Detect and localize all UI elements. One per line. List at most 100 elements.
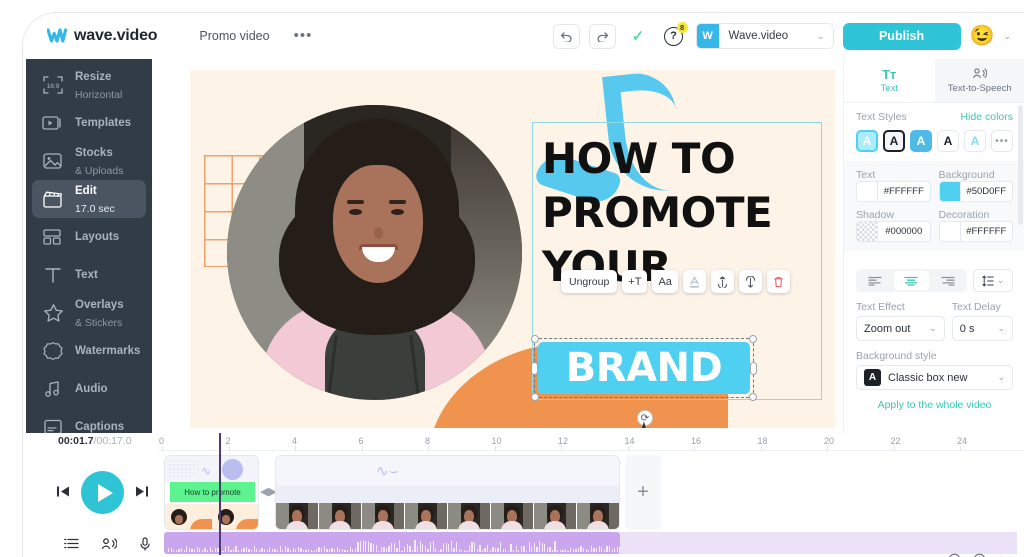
effect-fields: Text Effect Text Delay Zoom out ⌄ 0 s ⌄ <box>856 301 1013 341</box>
resize-handle-tr[interactable] <box>749 335 757 343</box>
text-style-option-3[interactable]: A <box>910 130 932 152</box>
background-color-field[interactable]: #50D0FF <box>938 181 1013 202</box>
shadow-color-field[interactable]: #000000 <box>856 221 931 242</box>
workspace-name: Wave.video <box>728 30 789 42</box>
sidebar-item-resize[interactable]: 16:9 Resize Horizontal <box>32 66 146 104</box>
alignment-group <box>856 269 967 292</box>
shadow-color-swatch[interactable] <box>857 222 878 241</box>
sidebar-item-layouts[interactable]: Layouts <box>32 218 146 256</box>
animation-icon[interactable] <box>738 270 762 293</box>
sidebar-item-label: Text <box>75 269 98 281</box>
timeline-clip-intro[interactable]: ∿ How to promote <box>164 455 259 530</box>
undo-button[interactable] <box>552 23 580 49</box>
element-toolbar: Ungroup +T Aa <box>561 270 790 293</box>
microphone-icon[interactable] <box>139 537 151 554</box>
sidebar-item-stocks[interactable]: Stocks & Uploads <box>32 142 146 180</box>
audio-track-empty[interactable] <box>620 532 1017 554</box>
fit-icon[interactable] <box>998 553 1013 557</box>
add-clip-button[interactable]: + <box>625 455 661 530</box>
ruler-tick: 0 <box>159 436 165 446</box>
sidebar-item-text[interactable]: Text <box>32 256 146 294</box>
ruler-tick: 18 <box>757 436 768 446</box>
decoration-color-value: #FFFFFF <box>966 226 1007 237</box>
ruler-tick: 2 <box>225 436 231 446</box>
align-right-icon[interactable] <box>931 271 965 290</box>
project-menu-button[interactable]: ••• <box>294 28 313 43</box>
sidebar-item-label: Captions <box>75 421 125 433</box>
templates-icon <box>41 112 65 134</box>
resize-handle-br[interactable] <box>749 393 757 401</box>
anchor-icon[interactable] <box>710 270 734 293</box>
project-name[interactable]: Promo video <box>199 29 269 43</box>
font-button[interactable]: Aa <box>652 270 678 293</box>
colors-section: Text #FFFFFF Background #50D0FF Shadow #… <box>844 161 1024 251</box>
publish-button[interactable]: Publish <box>842 22 961 50</box>
add-text-button[interactable]: +T <box>622 270 648 293</box>
background-color-swatch[interactable] <box>939 182 961 201</box>
sidebar-item-label: Audio <box>75 383 108 395</box>
right-panel-scrollbar[interactable] <box>1018 105 1023 225</box>
ruler-tick-mark <box>295 446 296 451</box>
help-button[interactable]: ? 8 <box>661 22 688 48</box>
text-style-option-1[interactable]: A <box>856 130 878 152</box>
decoration-color-swatch[interactable] <box>939 222 961 241</box>
resize-handle-tl[interactable] <box>531 335 539 343</box>
tab-text[interactable]: Tт Text <box>844 59 935 102</box>
text-style-buttons: A A A A A ••• <box>856 130 1013 152</box>
sidebar-item-sublabel: & Stickers <box>75 317 123 329</box>
playhead[interactable] <box>219 433 221 555</box>
resize-handle-right[interactable] <box>750 362 757 375</box>
canvas-area[interactable]: HOW TO PROMOTE YOUR BRAND ⟳ Ungroup +T A… <box>166 65 843 428</box>
tab-text-to-speech[interactable]: Text-to-Speech <box>934 59 1024 102</box>
resize-handle-left[interactable] <box>531 362 538 375</box>
text-style-option-5[interactable]: A <box>964 130 986 152</box>
align-left-icon[interactable] <box>858 271 892 290</box>
sidebar-item-audio[interactable]: Audio <box>32 370 146 408</box>
user-menu-chevron-down-icon[interactable]: ⌄ <box>1003 31 1011 42</box>
zoom-in-icon[interactable] <box>973 553 986 557</box>
text-style-option-4[interactable]: A <box>937 130 959 152</box>
text-color-field[interactable]: #FFFFFF <box>856 181 931 202</box>
line-spacing-button[interactable]: ⌄ <box>973 269 1013 292</box>
timeline-tracks[interactable]: ∿ How to promote ◀▶ ∿⌣ + <box>159 433 1024 555</box>
sidebar-item-overlays[interactable]: Overlays & Stickers <box>32 294 146 332</box>
play-icon <box>97 483 113 502</box>
text-style-option-2[interactable]: A <box>883 130 905 152</box>
text-color-swatch[interactable] <box>857 182 878 201</box>
audio-track[interactable] <box>164 532 620 554</box>
skip-previous-icon[interactable] <box>56 485 70 501</box>
skip-next-icon[interactable] <box>135 485 149 501</box>
sidebar-item-templates[interactable]: Templates <box>32 104 146 142</box>
video-stage[interactable]: HOW TO PROMOTE YOUR BRAND ⟳ Ungroup +T A… <box>190 70 835 428</box>
apply-to-whole-video-link[interactable]: Apply to the whole video <box>856 399 1013 411</box>
text-effect-select[interactable]: Zoom out ⌄ <box>856 316 945 341</box>
play-button[interactable] <box>81 471 124 514</box>
sidebar-item-edit[interactable]: Edit 17.0 sec <box>32 180 146 218</box>
user-avatar[interactable]: 😉 <box>970 26 995 46</box>
text-color-icon[interactable] <box>682 270 706 293</box>
background-style-select[interactable]: A Classic box new ⌄ <box>856 365 1013 390</box>
list-icon[interactable] <box>64 537 79 554</box>
sidebar-item-label: Layouts <box>75 231 120 243</box>
text-style-more-button[interactable]: ••• <box>991 130 1013 152</box>
hide-colors-link[interactable]: Hide colors <box>960 111 1013 123</box>
sidebar-item-watermarks[interactable]: Watermarks <box>32 332 146 370</box>
redo-button[interactable] <box>588 23 616 49</box>
resize-handle-bl[interactable] <box>531 393 539 401</box>
timeline-ruler[interactable]: 0 2 4 6 8 10 12 14 16 18 20 22 24 <box>159 433 1024 451</box>
workspace-selector[interactable]: W Wave.video ⌄ <box>695 23 834 49</box>
brand-logo[interactable]: wave.video <box>46 27 158 45</box>
timeline-clip-main[interactable]: ∿⌣ <box>275 455 620 530</box>
text-delay-select[interactable]: 0 s ⌄ <box>951 316 1013 341</box>
decoration-color-field[interactable]: #FFFFFF <box>938 221 1013 242</box>
text-delay-value: 0 s <box>959 322 975 335</box>
text-effect-value: Zoom out <box>864 322 911 335</box>
sidebar-item-label: Templates <box>75 117 132 129</box>
sidebar-item-label: Stocks <box>75 147 113 160</box>
trash-icon[interactable] <box>766 270 790 293</box>
align-center-icon[interactable] <box>894 271 929 290</box>
ungroup-button[interactable]: Ungroup <box>561 270 618 293</box>
voiceover-icon[interactable] <box>101 537 118 554</box>
zoom-out-icon[interactable] <box>948 553 961 557</box>
ruler-tick: 6 <box>358 436 364 446</box>
